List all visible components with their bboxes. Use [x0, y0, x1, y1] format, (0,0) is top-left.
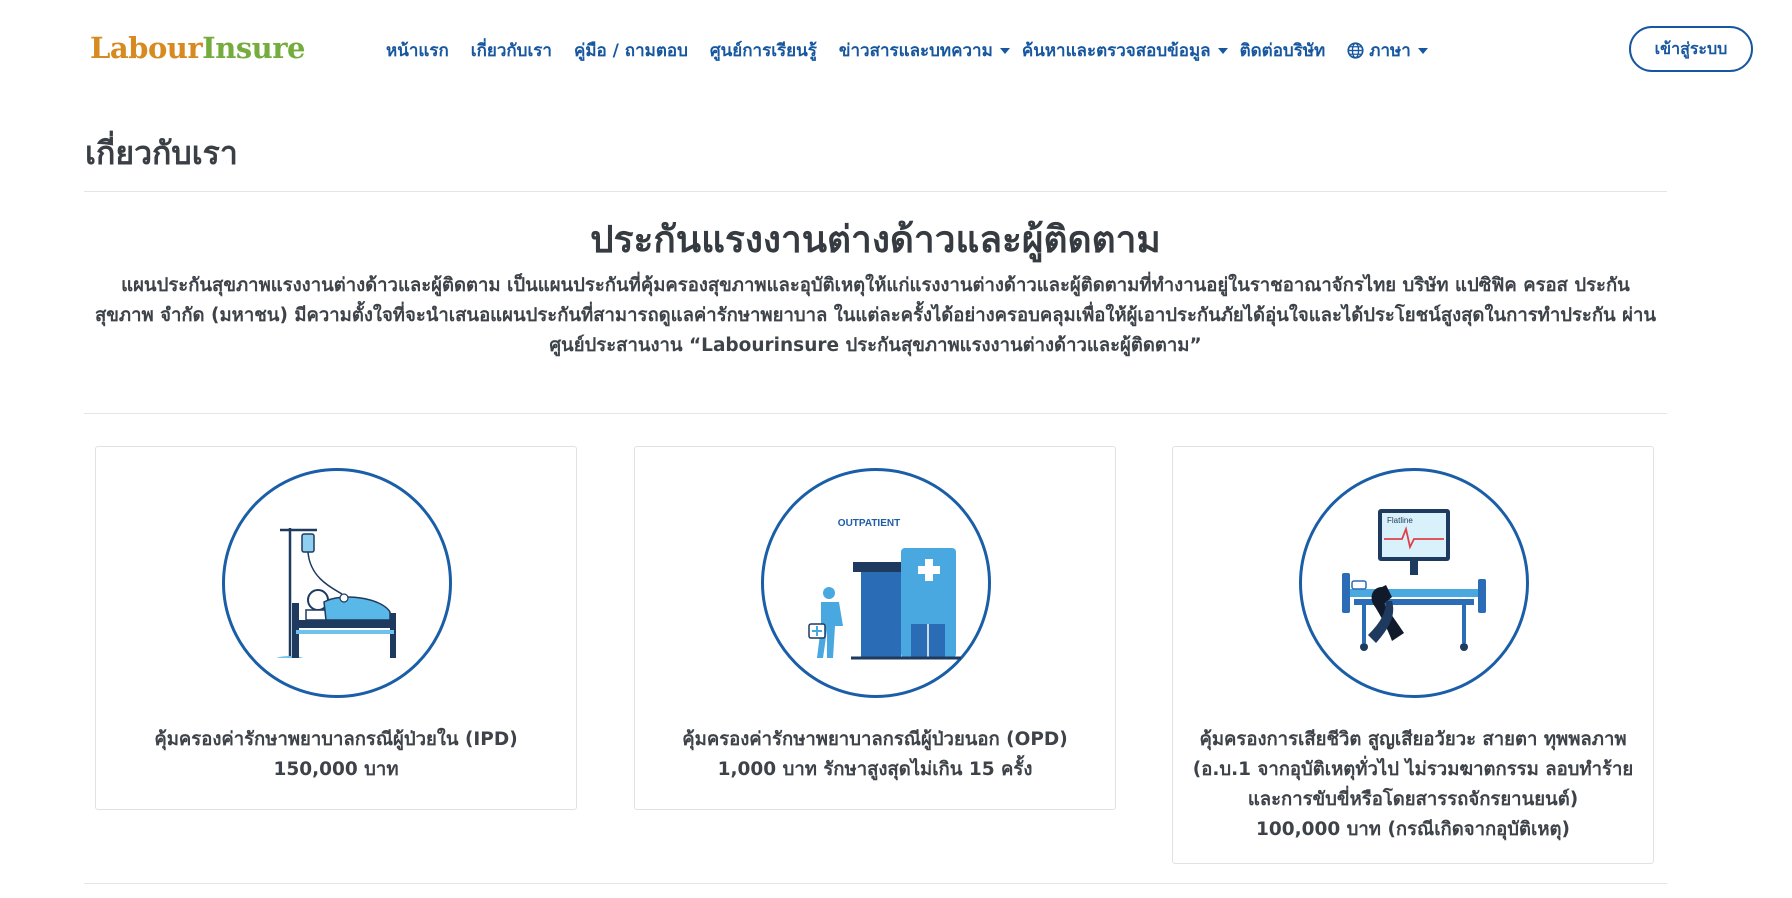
- nav-item-language-label: ภาษา: [1369, 40, 1411, 61]
- hospital-bed-patient-icon: [222, 468, 452, 698]
- navbar: LabourInsure หน้าแรก เกี่ยวกับเรา คู่มือ…: [0, 0, 1792, 98]
- intro-line: สุขภาพ จำกัด (มหาชน) มีความตั้งใจที่จะนำ…: [94, 305, 1657, 326]
- nav-item-news-articles-label: ข่าวสารและบทความ: [838, 40, 993, 61]
- login-button[interactable]: เข้าสู่ระบบ: [1629, 26, 1753, 72]
- coverage-card-ipd: คุ้มครองค่ารักษาพยาบาลกรณีผู้ป่วยใน (IPD…: [95, 446, 577, 810]
- nav-item-learning-center[interactable]: ศูนย์การเรียนรู้: [710, 37, 817, 64]
- intro-line: แผนประกันสุขภาพแรงงานต่างด้าวและผู้ติดตา…: [121, 275, 1630, 296]
- coverage-card-opd: OUTPATIENT คุ้มครองค่ารักษาพยาบาลกรณีผู้…: [634, 446, 1116, 810]
- coverage-caption: คุ้มครองการเสียชีวิต สูญเสียอวัยวะ สายตา…: [1183, 725, 1643, 845]
- caption-line: คุ้มครองการเสียชีวิต สูญเสียอวัยวะ สายตา…: [1199, 729, 1627, 750]
- caption-line: คุ้มครองค่ารักษาพยาบาลกรณีผู้ป่วยใน (IPD…: [154, 729, 518, 750]
- logo-part-labour: Labour: [90, 31, 203, 65]
- divider: [84, 883, 1667, 884]
- outpatient-icon-text: OUTPATIENT: [838, 518, 900, 529]
- caption-line: 1,000 บาท รักษาสูงสุดไม่เกิน 15 ครั้ง: [717, 759, 1033, 780]
- nav-item-about[interactable]: เกี่ยวกับเรา: [471, 37, 552, 64]
- page-title: เกี่ยวกับเรา: [85, 134, 238, 172]
- chevron-down-icon: [999, 48, 1010, 54]
- caption-line: และการขับขี่หรือโดยสารรถจักรยานยนต์): [1247, 789, 1579, 810]
- divider: [84, 413, 1667, 414]
- nav-item-language[interactable]: ภาษา: [1347, 37, 1428, 64]
- outpatient-clinic-icon: OUTPATIENT: [761, 468, 991, 698]
- intro-paragraph: แผนประกันสุขภาพแรงงานต่างด้าวและผู้ติดตา…: [84, 271, 1667, 361]
- nav-item-home[interactable]: หน้าแรก: [386, 37, 449, 64]
- chevron-down-icon: [1417, 48, 1428, 54]
- coverage-caption: คุ้มครองค่ารักษาพยาบาลกรณีผู้ป่วยนอก (OP…: [645, 725, 1105, 785]
- nav-item-search-verify-label: ค้นหาและตรวจสอบข้อมูล: [1021, 40, 1211, 61]
- caption-line: 150,000 บาท: [273, 759, 399, 780]
- coverage-caption: คุ้มครองค่ารักษาพยาบาลกรณีผู้ป่วยใน (IPD…: [106, 725, 566, 785]
- coverage-card-accident: Flatline คุ้มครองการเสียชีวิต สูญเสียอวั…: [1172, 446, 1654, 864]
- nav-item-news-articles[interactable]: ข่าวสารและบทความ: [839, 37, 1010, 64]
- chevron-down-icon: [1217, 48, 1228, 54]
- nav-item-search-verify[interactable]: ค้นหาและตรวจสอบข้อมูล: [1022, 37, 1228, 64]
- caption-line: 100,000 บาท (กรณีเกิดจากอุบัติเหตุ): [1255, 819, 1571, 840]
- nav-item-manual-faq[interactable]: คู่มือ / ถามตอบ: [574, 37, 688, 64]
- flatline-icon-text: Flatline: [1387, 516, 1413, 525]
- logo[interactable]: LabourInsure: [90, 31, 305, 65]
- caption-line: (อ.บ.1 จากอุบัติเหตุทั่วไป ไม่รวมฆาตกรรม…: [1192, 759, 1634, 780]
- logo-part-insure: Insure: [202, 31, 305, 65]
- main-nav: หน้าแรก เกี่ยวกับเรา คู่มือ / ถามตอบ ศูน…: [386, 36, 1450, 64]
- divider: [84, 191, 1667, 192]
- nav-item-contact[interactable]: ติดต่อบริษัท: [1240, 37, 1326, 64]
- intro-line: ศูนย์ประสานงาน “Labourinsure ประกันสุขภา…: [549, 335, 1202, 356]
- flatline-monitor-ribbon-icon: Flatline: [1299, 468, 1529, 698]
- globe-icon: [1347, 41, 1364, 59]
- hero-title: ประกันแรงงานต่างด้าวและผู้ติดตาม: [590, 218, 1161, 261]
- caption-line: คุ้มครองค่ารักษาพยาบาลกรณีผู้ป่วยนอก (OP…: [682, 729, 1068, 750]
